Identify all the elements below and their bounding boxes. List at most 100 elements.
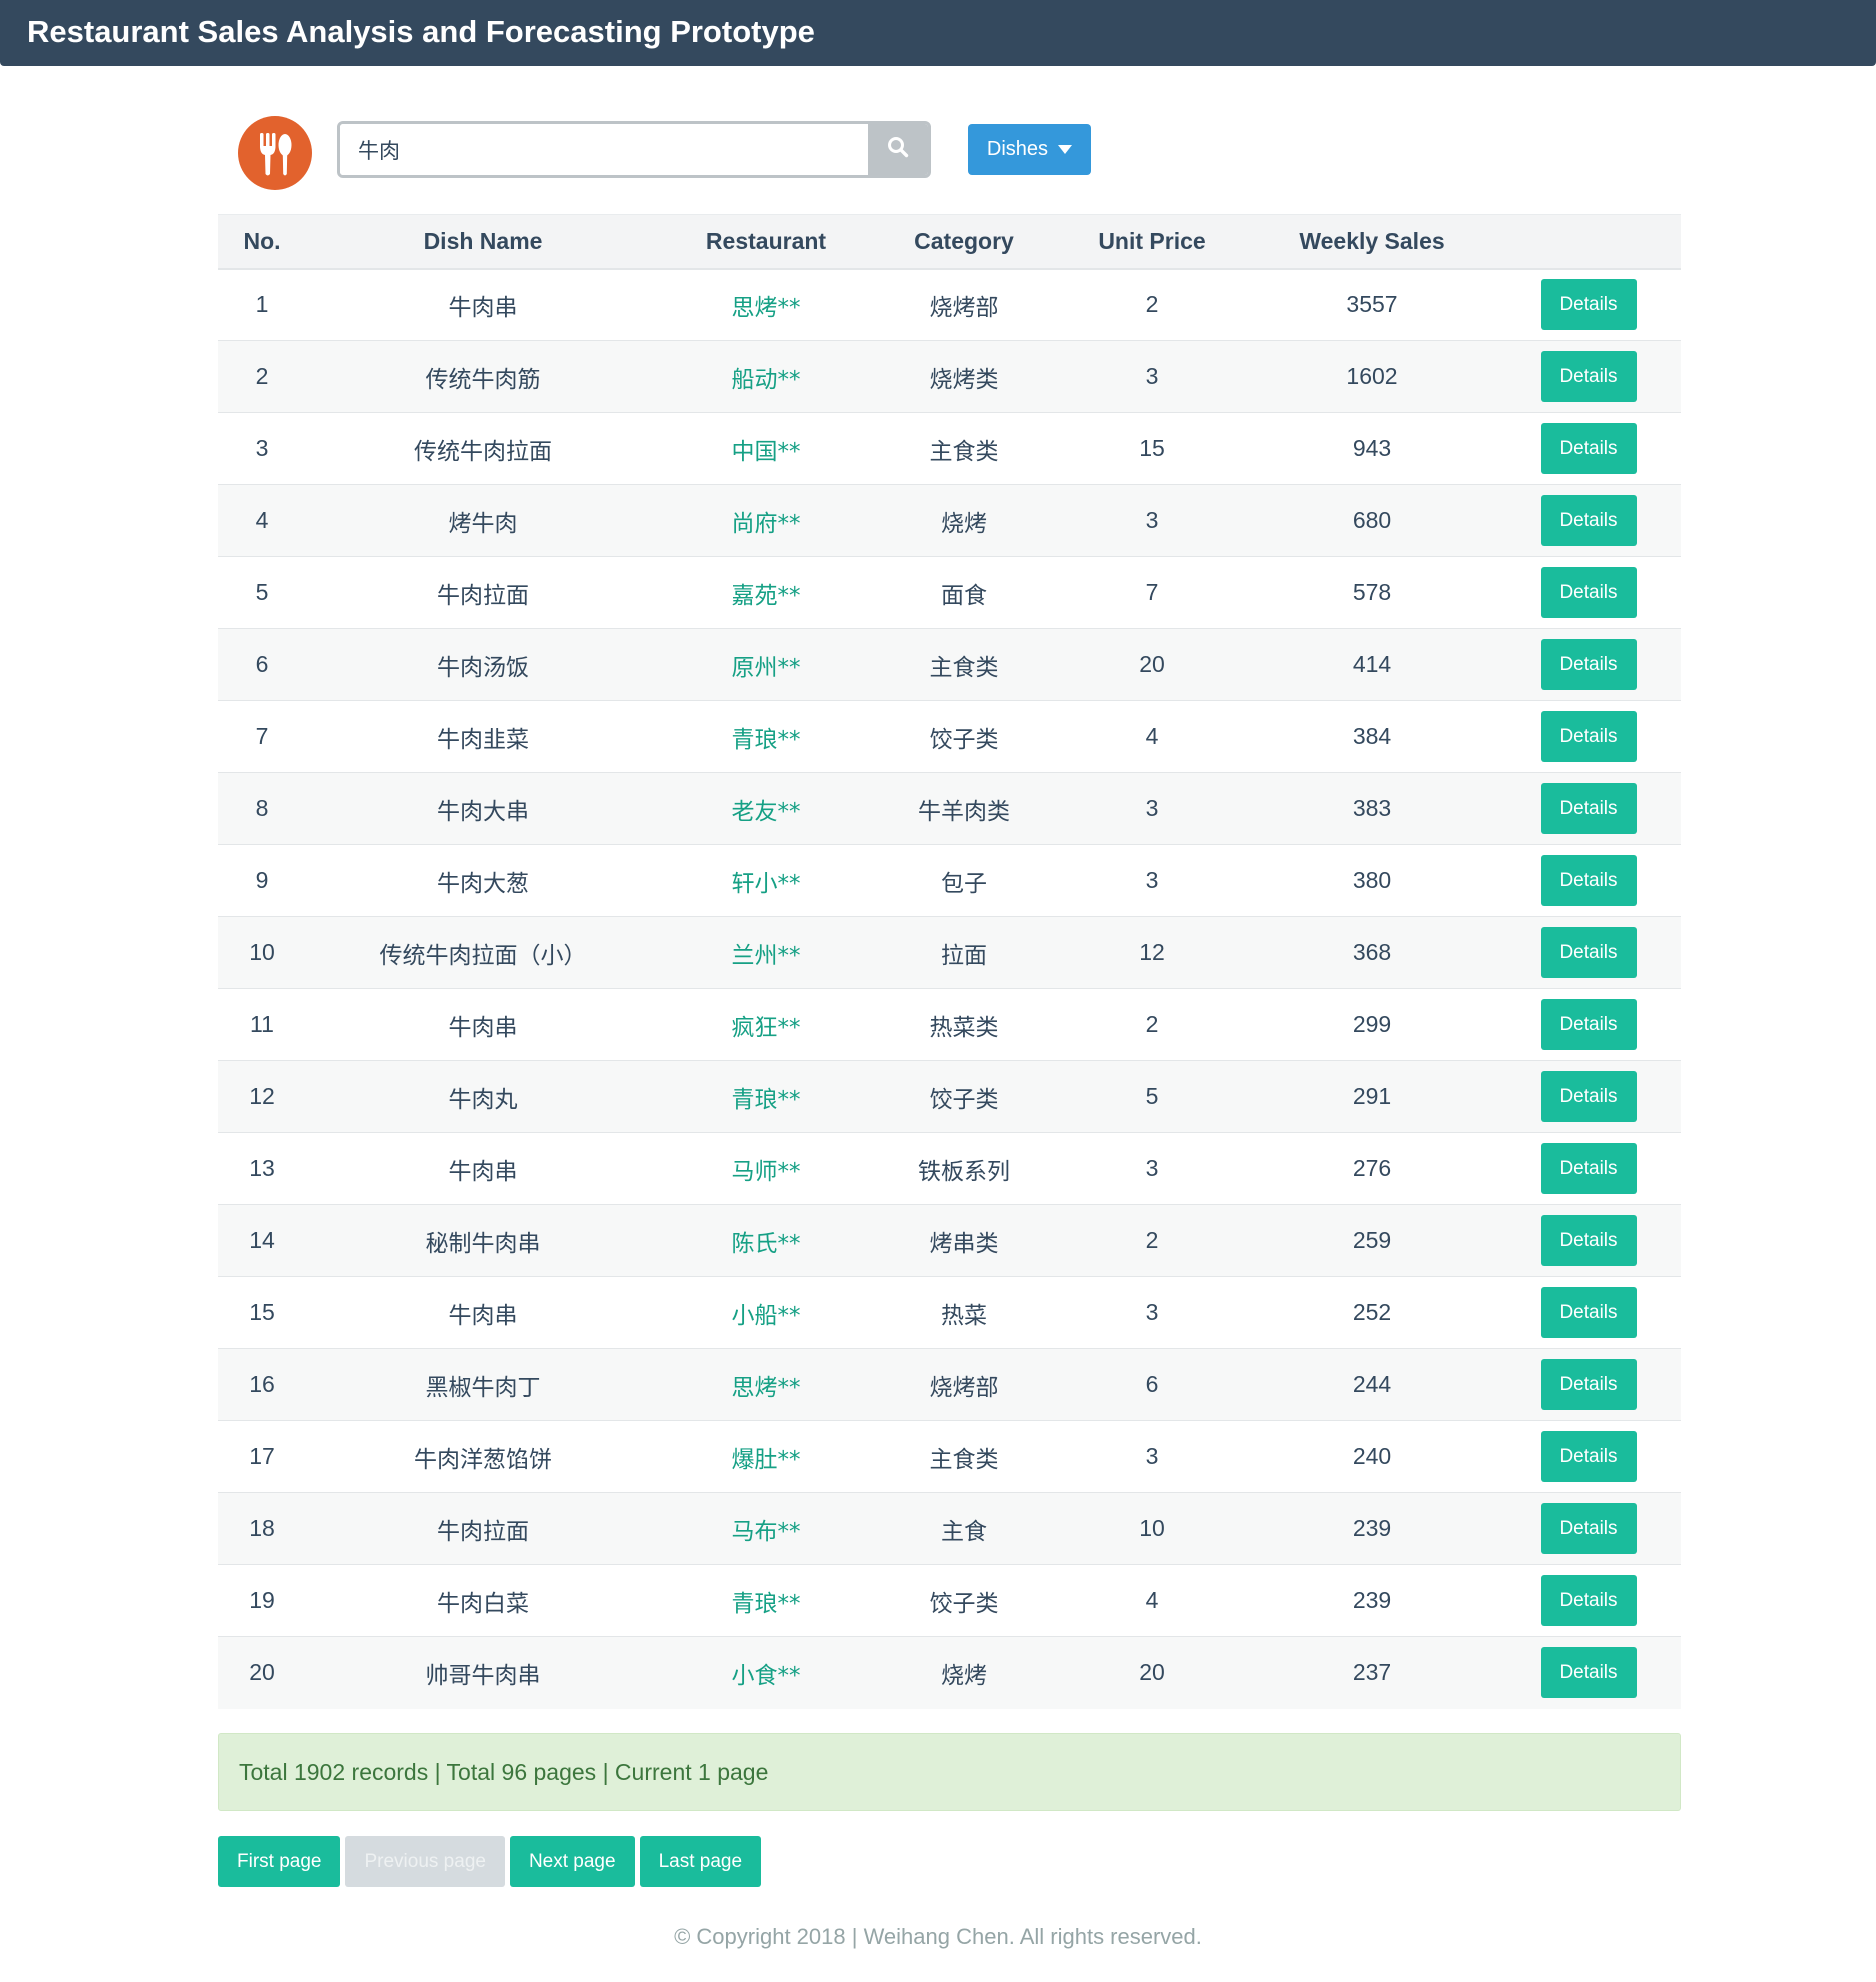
cell-restaurant[interactable]: 小船** xyxy=(660,1276,872,1349)
cell-no: 2 xyxy=(218,340,306,413)
cell-category: 热菜 xyxy=(872,1276,1056,1349)
cell-restaurant[interactable]: 青琅** xyxy=(660,1564,872,1637)
cell-unit-price: 3 xyxy=(1056,340,1248,413)
cell-restaurant[interactable]: 马师** xyxy=(660,1132,872,1205)
cell-unit-price: 6 xyxy=(1056,1348,1248,1421)
details-button[interactable]: Details xyxy=(1540,999,1637,1050)
table-row: 15 牛肉串 小船** 热菜 3 252 Details xyxy=(218,1276,1681,1349)
details-button[interactable]: Details xyxy=(1540,279,1637,331)
cell-actions: Details xyxy=(1496,772,1681,845)
cell-restaurant[interactable]: 青琅** xyxy=(660,700,872,773)
category-dropdown[interactable]: Dishes xyxy=(968,124,1091,175)
category-dropdown-label: Dishes xyxy=(986,138,1049,160)
details-button[interactable]: Details xyxy=(1540,567,1637,618)
details-button[interactable]: Details xyxy=(1540,1071,1637,1122)
cell-actions: Details xyxy=(1496,484,1681,557)
cell-dish-name: 牛肉洋葱馅饼 xyxy=(306,1420,660,1493)
cell-no: 15 xyxy=(218,1276,306,1349)
cell-restaurant[interactable]: 轩小** xyxy=(660,844,872,917)
cell-restaurant[interactable]: 思烤** xyxy=(660,268,872,341)
cell-restaurant[interactable]: 思烤** xyxy=(660,1348,872,1421)
details-button[interactable]: Details xyxy=(1540,1647,1637,1699)
details-button[interactable]: Details xyxy=(1540,423,1637,474)
col-header-dish-name[interactable]: Dish Name xyxy=(306,214,660,270)
caret-down-icon xyxy=(1058,145,1073,154)
cell-restaurant[interactable]: 尚府** xyxy=(660,484,872,557)
details-button[interactable]: Details xyxy=(1540,783,1637,834)
cell-category: 烧烤类 xyxy=(872,340,1056,413)
cell-unit-price: 7 xyxy=(1056,556,1248,629)
next-page-button[interactable]: Next page xyxy=(509,1836,635,1887)
cell-unit-price: 4 xyxy=(1056,1564,1248,1637)
search-button[interactable] xyxy=(868,124,928,175)
cell-unit-price: 4 xyxy=(1056,700,1248,773)
cell-unit-price: 15 xyxy=(1056,412,1248,485)
last-page-button[interactable]: Last page xyxy=(639,1836,762,1887)
previous-page-button[interactable]: Previous page xyxy=(345,1836,505,1887)
details-button[interactable]: Details xyxy=(1540,927,1637,978)
cell-restaurant[interactable]: 原州** xyxy=(660,628,872,701)
cell-dish-name: 牛肉韭菜 xyxy=(306,700,660,773)
cell-restaurant[interactable]: 陈氏** xyxy=(660,1204,872,1277)
col-header-no[interactable]: No. xyxy=(218,214,306,270)
cell-restaurant[interactable]: 船动** xyxy=(660,340,872,413)
details-button[interactable]: Details xyxy=(1540,1575,1637,1626)
cell-category: 烧烤部 xyxy=(872,1348,1056,1421)
col-header-category[interactable]: Category xyxy=(872,214,1056,270)
details-button[interactable]: Details xyxy=(1540,1359,1637,1410)
cell-weekly-sales: 384 xyxy=(1248,700,1496,773)
cell-restaurant[interactable]: 老友** xyxy=(660,772,872,845)
cell-no: 7 xyxy=(218,700,306,773)
copyright-footer: © Copyright 2018 | Weihang Chen. All rig… xyxy=(674,1924,1202,1949)
col-header-unit-price[interactable]: Unit Price xyxy=(1056,214,1248,270)
search-input[interactable] xyxy=(340,124,868,175)
cell-restaurant[interactable]: 疯狂** xyxy=(660,988,872,1061)
cell-category: 主食 xyxy=(872,1492,1056,1565)
details-button[interactable]: Details xyxy=(1540,1143,1637,1194)
cell-category: 铁板系列 xyxy=(872,1132,1056,1205)
cell-dish-name: 传统牛肉拉面 xyxy=(306,412,660,485)
cell-restaurant[interactable]: 马布** xyxy=(660,1492,872,1565)
table-row: 8 牛肉大串 老友** 牛羊肉类 3 383 Details xyxy=(218,772,1681,845)
first-page-button[interactable]: First page xyxy=(218,1836,341,1887)
cell-dish-name: 牛肉串 xyxy=(306,1132,660,1205)
details-button[interactable]: Details xyxy=(1540,1431,1637,1482)
col-header-actions xyxy=(1496,214,1681,270)
details-button[interactable]: Details xyxy=(1540,1287,1637,1338)
details-button[interactable]: Details xyxy=(1540,1503,1637,1554)
table-row: 9 牛肉大葱 轩小** 包子 3 380 Details xyxy=(218,844,1681,917)
details-button[interactable]: Details xyxy=(1540,639,1637,690)
cell-unit-price: 12 xyxy=(1056,916,1248,989)
col-header-restaurant[interactable]: Restaurant xyxy=(660,214,872,270)
cell-weekly-sales: 368 xyxy=(1248,916,1496,989)
details-button[interactable]: Details xyxy=(1540,351,1637,402)
cell-restaurant[interactable]: 爆肚** xyxy=(660,1420,872,1493)
cell-restaurant[interactable]: 嘉苑** xyxy=(660,556,872,629)
cell-dish-name: 牛肉拉面 xyxy=(306,556,660,629)
cell-actions: Details xyxy=(1496,916,1681,989)
cell-actions: Details xyxy=(1496,1132,1681,1205)
fork-spoon-icon xyxy=(238,116,312,190)
details-button[interactable]: Details xyxy=(1540,711,1637,762)
cell-actions: Details xyxy=(1496,844,1681,917)
cell-no: 13 xyxy=(218,1132,306,1205)
cell-restaurant[interactable]: 兰州** xyxy=(660,916,872,989)
cell-weekly-sales: 239 xyxy=(1248,1564,1496,1637)
cell-weekly-sales: 276 xyxy=(1248,1132,1496,1205)
cell-category: 主食类 xyxy=(872,412,1056,485)
col-header-weekly-sales[interactable]: Weekly Sales xyxy=(1248,214,1496,270)
cell-no: 1 xyxy=(218,268,306,341)
cell-restaurant[interactable]: 小食** xyxy=(660,1636,872,1709)
cell-unit-price: 2 xyxy=(1056,988,1248,1061)
cell-restaurant[interactable]: 中国** xyxy=(660,412,872,485)
cell-no: 18 xyxy=(218,1492,306,1565)
cell-dish-name: 牛肉白菜 xyxy=(306,1564,660,1637)
details-button[interactable]: Details xyxy=(1540,495,1637,546)
cell-actions: Details xyxy=(1496,1492,1681,1565)
cell-weekly-sales: 578 xyxy=(1248,556,1496,629)
details-button[interactable]: Details xyxy=(1540,1215,1637,1266)
cell-dish-name: 牛肉大葱 xyxy=(306,844,660,917)
cell-restaurant[interactable]: 青琅** xyxy=(660,1060,872,1133)
details-button[interactable]: Details xyxy=(1540,855,1637,906)
cell-dish-name: 牛肉串 xyxy=(306,988,660,1061)
